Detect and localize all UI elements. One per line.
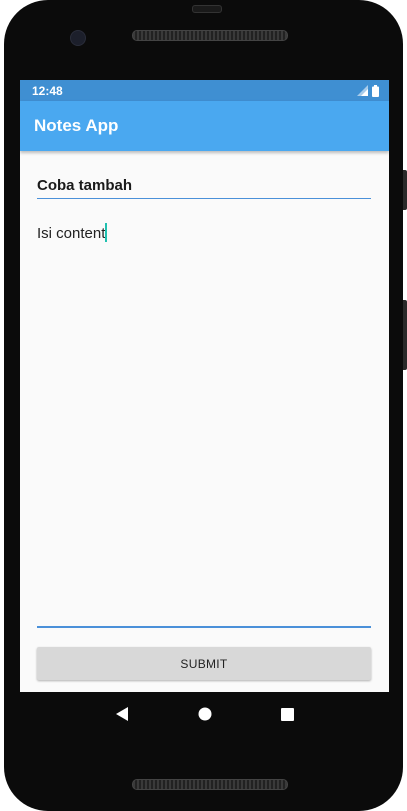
status-icons xyxy=(357,84,379,97)
bottom-speaker-grille xyxy=(132,779,288,790)
submit-button-label: SUBMIT xyxy=(180,656,228,671)
status-time: 12:48 xyxy=(32,83,63,98)
note-form: Coba tambah Isi content SUBMIT xyxy=(20,151,389,692)
note-content-input[interactable]: Isi content xyxy=(37,223,371,242)
battery-icon xyxy=(372,84,379,97)
navigation-bar xyxy=(20,692,389,736)
status-bar: 12:48 xyxy=(20,80,389,101)
recents-icon xyxy=(281,707,294,721)
top-sensor xyxy=(192,5,222,13)
app-title: Notes App xyxy=(34,116,119,135)
submit-button[interactable]: SUBMIT xyxy=(37,647,371,680)
volume-button xyxy=(403,170,407,210)
back-button[interactable] xyxy=(110,702,134,726)
power-button xyxy=(403,300,407,370)
home-button[interactable] xyxy=(193,702,217,726)
app-bar: Notes App xyxy=(20,101,389,151)
home-icon xyxy=(198,707,211,721)
content-field-underline xyxy=(37,626,371,628)
text-cursor xyxy=(105,223,108,242)
back-icon xyxy=(115,707,128,721)
note-title-value: Coba tambah xyxy=(37,177,133,194)
top-speaker-grille xyxy=(132,30,288,41)
device-screen: 12:48 Notes App Coba tambah Isi content … xyxy=(20,80,389,692)
recents-button[interactable] xyxy=(276,702,300,726)
note-title-input[interactable]: Coba tambah xyxy=(37,173,371,199)
signal-icon xyxy=(357,85,368,96)
note-content-value: Isi content xyxy=(37,225,106,242)
front-camera xyxy=(70,30,86,46)
